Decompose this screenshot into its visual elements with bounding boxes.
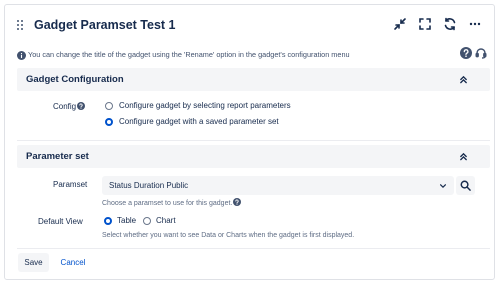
help-actions bbox=[460, 47, 487, 59]
refresh-icon[interactable] bbox=[443, 17, 457, 31]
chevron-up-icon[interactable] bbox=[459, 75, 468, 84]
radio-label-saved-parameter-set[interactable]: Configure gadget with a saved parameter … bbox=[119, 117, 279, 126]
cancel-button[interactable]: Cancel bbox=[57, 253, 89, 272]
info-text: You can change the title of the gadget u… bbox=[28, 50, 350, 59]
default-view-label: Default View bbox=[38, 217, 83, 226]
gadget-titlebar: Gadget Paramset Test 1 bbox=[5, 5, 494, 43]
radio-label-table[interactable]: Table bbox=[117, 216, 136, 225]
default-view-hint: Select whether you want to see Data or C… bbox=[102, 232, 355, 239]
chevron-down-icon[interactable] bbox=[439, 182, 447, 190]
paramset-hint-text: Choose a paramset to use for this gadget… bbox=[102, 200, 233, 207]
info-icon bbox=[17, 51, 26, 60]
config-label-text: Config bbox=[53, 102, 77, 111]
help-icon[interactable] bbox=[460, 47, 472, 59]
footer-divider bbox=[17, 248, 490, 249]
radio-saved-parameter-set[interactable] bbox=[105, 118, 113, 126]
radio-report-parameters[interactable] bbox=[105, 102, 113, 110]
parameter-set-header[interactable]: Parameter set bbox=[17, 145, 490, 168]
section-divider bbox=[17, 140, 490, 141]
section-title: Gadget Configuration bbox=[26, 74, 124, 85]
gadget-title: Gadget Paramset Test 1 bbox=[34, 18, 176, 32]
radio-view-chart[interactable] bbox=[143, 217, 151, 225]
help-icon[interactable] bbox=[233, 198, 242, 206]
drag-handle-icon[interactable] bbox=[17, 20, 23, 30]
section-title: Parameter set bbox=[26, 151, 89, 162]
chevron-up-icon[interactable] bbox=[459, 152, 468, 161]
radio-label-report-parameters[interactable]: Configure gadget by selecting report par… bbox=[119, 101, 291, 110]
config-label: Config bbox=[53, 102, 86, 111]
paramset-selected-value: Status Duration Public bbox=[109, 181, 189, 190]
more-icon[interactable] bbox=[468, 17, 482, 31]
headset-icon[interactable] bbox=[475, 47, 487, 59]
save-button[interactable]: Save bbox=[18, 253, 49, 272]
gadget-panel: Gadget Paramset Test 1 You can change th… bbox=[4, 4, 495, 280]
maximize-icon[interactable] bbox=[418, 17, 432, 31]
paramset-select[interactable]: Status Duration Public bbox=[102, 176, 454, 195]
paramset-hint: Choose a paramset to use for this gadget… bbox=[102, 198, 242, 207]
titlebar-actions bbox=[393, 17, 482, 31]
paramset-search-button[interactable] bbox=[456, 176, 475, 195]
radio-label-chart[interactable]: Chart bbox=[156, 216, 176, 225]
minimize-icon[interactable] bbox=[393, 17, 407, 31]
paramset-label: Paramset bbox=[53, 180, 88, 189]
gadget-configuration-header[interactable]: Gadget Configuration bbox=[17, 68, 490, 91]
help-icon[interactable] bbox=[77, 102, 86, 110]
info-row: You can change the title of the gadget u… bbox=[17, 47, 487, 63]
radio-view-table[interactable] bbox=[104, 217, 112, 225]
search-icon bbox=[460, 180, 471, 191]
